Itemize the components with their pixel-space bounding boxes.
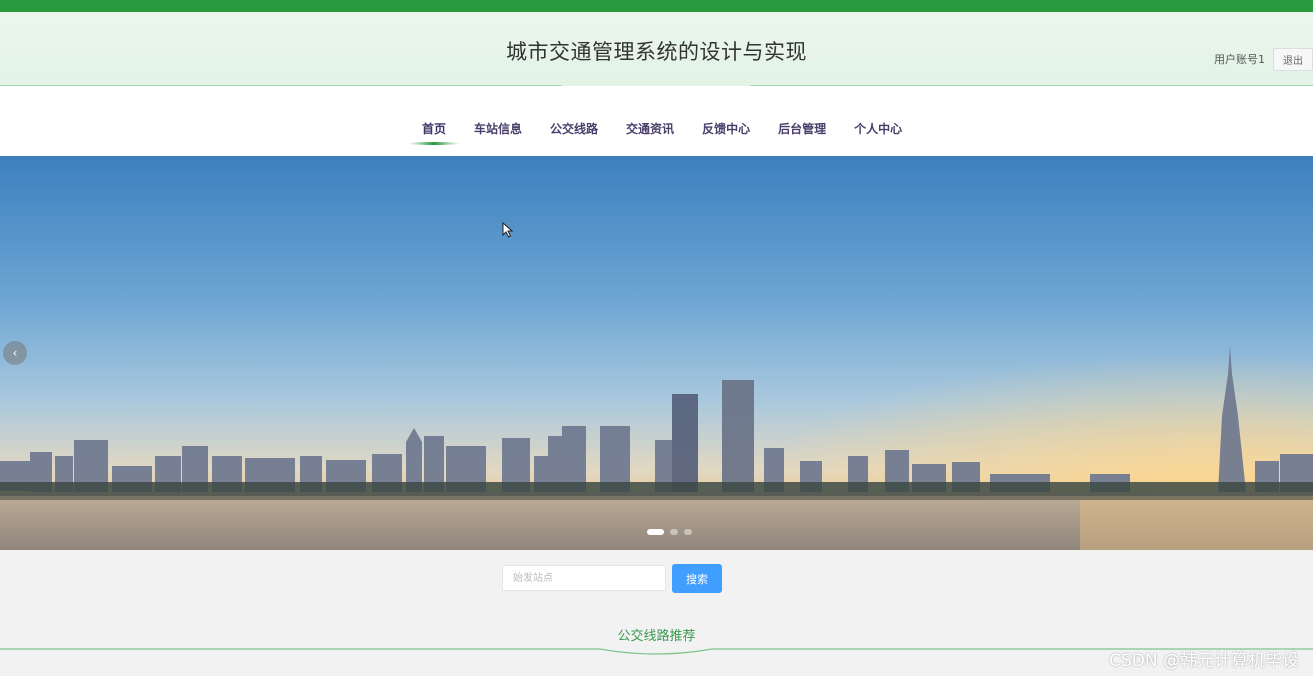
nav-item-label: 公交线路 xyxy=(550,122,599,136)
nav-item-feedback[interactable]: 反馈中心 xyxy=(702,120,750,137)
mouse-cursor-icon xyxy=(502,222,514,238)
nav-item-profile[interactable]: 个人中心 xyxy=(854,120,902,137)
section-title-recommended-routes: 公交线路推荐 xyxy=(617,629,696,644)
chevron-left-icon: ‹ xyxy=(12,346,18,360)
nav-item-label: 首页 xyxy=(422,122,447,136)
nav-list: 首页 车站信息 公交线路 交通资讯 反馈中心 后台管理 个人中心 xyxy=(408,120,930,145)
carousel-indicators xyxy=(647,529,698,535)
nav-item-bus-routes[interactable]: 公交线路 xyxy=(550,120,598,137)
page-title: 城市交通管理系统的设计与实现 xyxy=(506,40,807,64)
nav-item-label: 交通资讯 xyxy=(626,122,675,136)
csdn-watermark: CSDN @韩元计算机毕设 xyxy=(1109,651,1299,671)
nav-item-stations[interactable]: 车站信息 xyxy=(474,120,522,137)
top-accent-bar xyxy=(0,0,1313,12)
nav-item-label: 车站信息 xyxy=(474,122,523,136)
carousel-dot-2[interactable] xyxy=(670,529,678,535)
carousel-prev-button[interactable]: ‹ xyxy=(3,341,27,365)
nav-item-label: 个人中心 xyxy=(854,122,903,136)
carousel-dot-1[interactable] xyxy=(647,529,664,535)
nav-item-home[interactable]: 首页 xyxy=(408,120,460,145)
main-nav: 首页 车站信息 公交线路 交通资讯 反馈中心 后台管理 个人中心 xyxy=(0,86,1313,156)
search-button[interactable]: 搜索 xyxy=(672,564,722,593)
nav-item-admin[interactable]: 后台管理 xyxy=(778,120,826,137)
nav-item-label: 反馈中心 xyxy=(702,122,751,136)
nav-item-traffic-news[interactable]: 交通资讯 xyxy=(626,120,674,137)
origin-station-search-input[interactable] xyxy=(502,565,666,591)
hero-carousel[interactable]: ‹ xyxy=(0,156,1313,550)
nav-item-label: 后台管理 xyxy=(778,122,827,136)
active-nav-indicator xyxy=(408,142,460,145)
city-skyline-image xyxy=(0,156,1313,550)
carousel-dot-3[interactable] xyxy=(684,529,692,535)
